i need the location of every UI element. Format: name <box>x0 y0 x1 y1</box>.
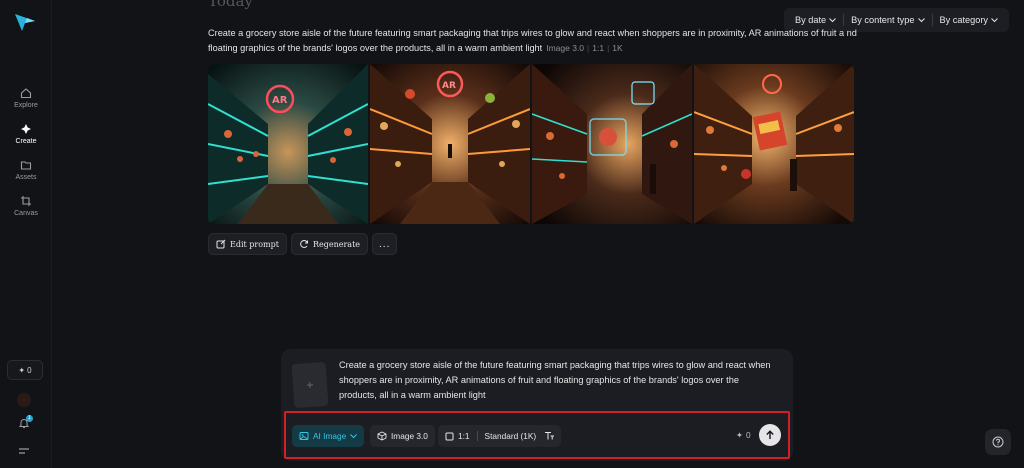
cost-value: 0 <box>745 430 751 440</box>
aspect-ratio-icon <box>445 432 454 440</box>
meta-ratio: 1:1 <box>592 43 605 53</box>
sidebar-item-create[interactable]: Create <box>0 123 52 145</box>
meta-model: Image 3.0 <box>546 43 585 53</box>
divider <box>843 14 845 26</box>
sidebar-item-label: Assets <box>15 174 37 181</box>
folder-icon <box>20 161 32 170</box>
refresh-icon <box>300 239 308 248</box>
sidebar-item-assets[interactable]: Assets <box>0 159 52 181</box>
plus-icon: + <box>306 377 314 393</box>
more-options-button[interactable]: ... <box>372 233 398 255</box>
crop-icon <box>21 196 31 206</box>
prompt-text: Create a grocery store aisle of the futu… <box>208 28 857 53</box>
model-label: Image 3.0 <box>391 431 428 441</box>
image-actions: Edit prompt Regenerate ... <box>208 233 398 255</box>
sidebar-item-label: Create <box>15 138 37 145</box>
help-button[interactable] <box>985 429 1011 455</box>
menu-icon[interactable] <box>18 446 30 456</box>
diamond-icon: ✦ <box>736 430 743 440</box>
prompt-input[interactable]: Create a grocery store aisle of the futu… <box>339 358 779 403</box>
add-reference-image-button[interactable]: + <box>291 361 329 409</box>
credits-pill[interactable]: ✦ 0 <box>7 360 43 380</box>
divider <box>931 14 933 26</box>
sidebar-item-label: Explore <box>14 102 38 109</box>
divider <box>476 431 478 441</box>
mode-select[interactable]: AI Image <box>292 425 365 447</box>
button-label: Regenerate <box>312 239 361 249</box>
mode-label: AI Image <box>313 431 347 441</box>
logo-icon[interactable] <box>14 12 36 32</box>
chevron-down-icon <box>829 17 837 22</box>
text-format-icon <box>545 432 554 440</box>
credits-value: 0 <box>27 365 32 375</box>
meta-resolution: 1K <box>612 43 623 53</box>
neon-sign-text: AR <box>442 81 456 91</box>
diamond-icon: ✦ <box>18 365 26 375</box>
generation-meta: Image 3.0 | 1:1 | 1K <box>546 43 623 53</box>
filter-by-category[interactable]: By category <box>935 10 1004 30</box>
neon-sign-text: AR <box>272 95 288 106</box>
image-icon <box>299 432 309 440</box>
ratio-label: 1:1 <box>458 431 470 441</box>
regenerate-button[interactable]: Regenerate <box>290 233 369 255</box>
edit-prompt-button[interactable]: Edit prompt <box>208 233 287 255</box>
cube-icon <box>377 431 387 441</box>
filter-label: By content type <box>851 15 915 25</box>
help-icon <box>992 436 1004 448</box>
arrow-up-icon <box>766 430 774 439</box>
sidebar-item-label: Canvas <box>14 210 38 217</box>
ratio-quality-select[interactable]: 1:1 Standard (1K) <box>438 425 544 447</box>
edit-icon <box>216 239 226 249</box>
filter-label: By date <box>795 15 827 25</box>
generated-image-2[interactable]: AR <box>370 64 530 224</box>
button-label: Edit prompt <box>230 239 279 249</box>
composer-toolbar: AI Image Image 3.0 1:1 Standard (1K) ✦ 0 <box>284 411 790 459</box>
generated-image-3[interactable] <box>532 64 692 224</box>
sidebar-item-canvas[interactable]: Canvas <box>0 195 52 217</box>
generate-button[interactable] <box>759 424 781 446</box>
filter-by-content-type[interactable]: By content type <box>846 10 929 30</box>
image-gallery: AR AR <box>208 64 854 224</box>
notification-badge: 1 <box>26 415 33 422</box>
generation-cost: ✦ 0 <box>736 430 751 440</box>
sidebar-item-explore[interactable]: Explore <box>0 87 52 109</box>
chevron-down-icon <box>350 433 358 438</box>
generated-image-4[interactable] <box>694 64 854 224</box>
section-title: Today <box>208 0 253 10</box>
quality-label: Standard (1K) <box>484 431 537 441</box>
chevron-down-icon <box>917 17 925 22</box>
generated-image-1[interactable]: AR <box>208 64 368 224</box>
more-icon: ... <box>379 238 391 250</box>
text-style-button[interactable] <box>538 425 561 447</box>
chevron-down-icon <box>991 17 998 22</box>
model-select[interactable]: Image 3.0 <box>370 425 435 447</box>
sparkle-icon <box>21 124 31 134</box>
sidebar: Explore Create Assets Canvas ✦ 0 1 <box>0 0 52 468</box>
home-icon <box>20 88 32 99</box>
filter-label: By category <box>939 15 989 25</box>
generation-prompt: Create a grocery store aisle of the futu… <box>208 26 858 56</box>
avatar[interactable] <box>17 393 31 407</box>
